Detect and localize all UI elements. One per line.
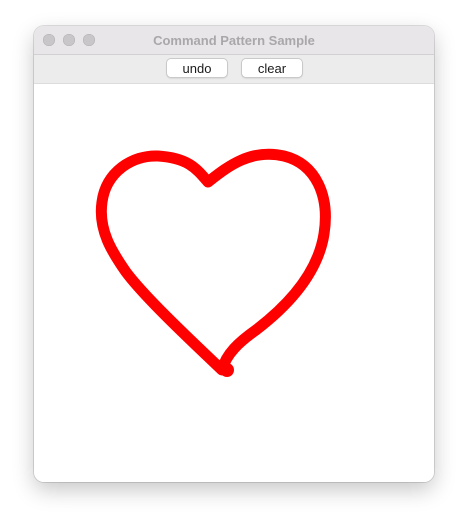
stroke-end-dot (220, 363, 234, 377)
title-bar[interactable]: Command Pattern Sample (34, 26, 434, 55)
clear-button[interactable]: clear (241, 58, 303, 78)
heart-stroke (95, 148, 331, 376)
toolbar: undo clear (34, 55, 434, 84)
app-window: Command Pattern Sample undo clear (34, 26, 434, 482)
drawing-surface (95, 148, 331, 377)
undo-button[interactable]: undo (166, 58, 228, 78)
window-title: Command Pattern Sample (153, 33, 315, 48)
drawing-canvas[interactable] (34, 84, 434, 482)
